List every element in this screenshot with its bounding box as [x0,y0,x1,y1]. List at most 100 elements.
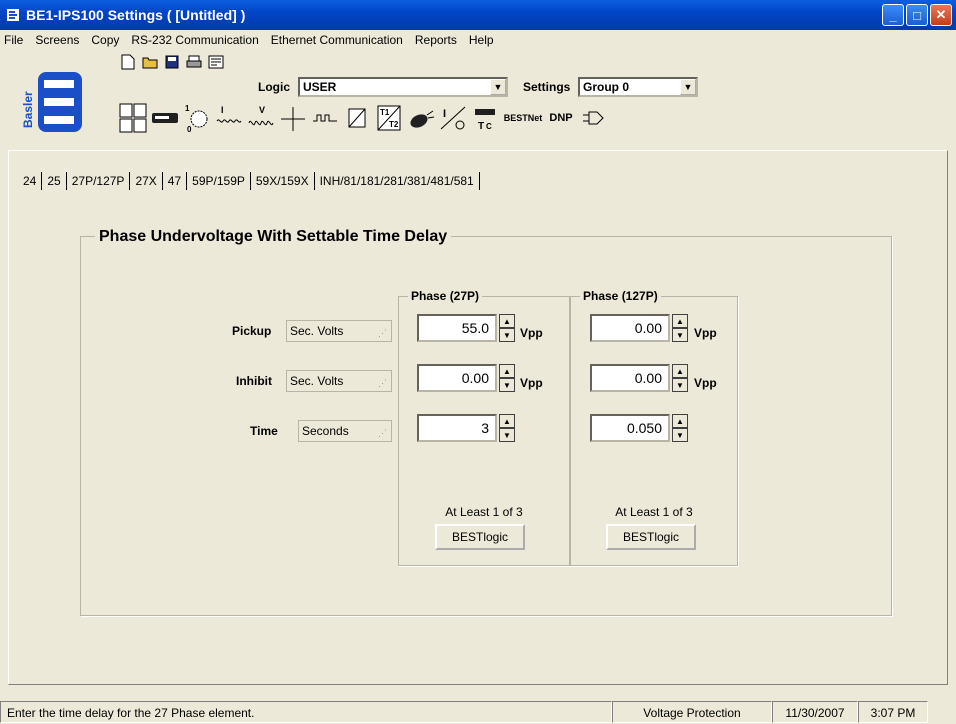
menu-help[interactable]: Help [469,33,494,47]
svg-text:T1: T1 [380,108,390,117]
title-bar: BE1-IPS100 Settings ( [Untitled] ) _ □ ✕ [0,0,956,30]
spin-down-icon[interactable]: ▼ [672,378,688,392]
spin-down-icon[interactable]: ▼ [499,378,515,392]
phase127-pickup-spinner[interactable]: ▲ ▼ [672,314,688,342]
menu-rs232[interactable]: RS-232 Communication [131,33,258,47]
new-file-icon[interactable] [118,52,138,72]
bestnet-button[interactable]: BESTNet [502,100,544,136]
breaker-icon[interactable]: 10 [182,100,212,136]
maximize-button[interactable]: □ [906,4,928,26]
phase27-title: Phase (27P) [408,289,483,303]
menu-copy[interactable]: Copy [91,33,119,47]
phase127-inhibit-spinner[interactable]: ▲ ▼ [672,364,688,392]
svg-text:T: T [478,121,484,132]
menu-bar: File Screens Copy RS-232 Communication E… [0,30,956,50]
tab-27x[interactable]: 27X [130,172,163,190]
properties-icon[interactable] [206,52,226,72]
spin-up-icon[interactable]: ▲ [672,414,688,428]
t1-t2-icon[interactable]: T1 T2 [374,100,404,136]
phase27-bestlogic-button[interactable]: BESTlogic [435,524,525,550]
logo-text: Basler [21,91,35,128]
svg-text:T2: T2 [389,120,399,129]
spin-down-icon[interactable]: ▼ [499,328,515,342]
inhibit-unit: Sec. Volts [290,374,344,388]
timer-icon[interactable] [342,100,372,136]
tab-59x-159x[interactable]: 59X/159X [250,172,315,190]
minimize-button[interactable]: _ [882,4,904,26]
spin-up-icon[interactable]: ▲ [672,364,688,378]
fault-recorder-icon[interactable] [406,100,436,136]
svg-text:V: V [259,105,265,115]
menu-reports[interactable]: Reports [415,33,457,47]
pickup-unit-box: Sec. Volts ⋰ [286,320,392,342]
dnp-button[interactable]: DNP [546,100,576,136]
time-unit-box: Seconds ⋰ [298,420,392,442]
phase27-inhibit-input[interactable]: 0.00 [417,364,497,392]
tab-59p-159p[interactable]: 59P/159P [187,172,251,190]
toolbar: Basler Logic USER ▼ Settings Group 0 ▼ 1… [8,50,948,142]
phase127-bestlogic-button[interactable]: BESTlogic [606,524,696,550]
plug-icon[interactable] [578,100,608,136]
svg-text:0: 0 [187,125,192,133]
menu-ethernet[interactable]: Ethernet Communication [271,33,403,47]
basler-logo: Basler [18,68,98,136]
svg-text:1: 1 [185,104,190,113]
svg-text:I: I [221,105,224,115]
svg-text:C: C [486,122,492,131]
close-button[interactable]: ✕ [930,4,952,26]
chevron-down-icon[interactable]: ▼ [490,79,506,95]
phase27-time-spinner[interactable]: ▲ ▼ [499,414,515,442]
inhibit-label: Inhibit [236,374,272,388]
spin-up-icon[interactable]: ▲ [499,364,515,378]
protection-icon[interactable] [278,100,308,136]
phase27-inhibit-spinner[interactable]: ▲ ▼ [499,364,515,392]
status-bar: Enter the time delay for the 27 Phase el… [0,700,956,724]
spin-up-icon[interactable]: ▲ [499,414,515,428]
tab-24[interactable]: 24 [18,172,43,190]
phase27-pickup-input[interactable]: 55.0 [417,314,497,342]
relay-module-icon[interactable] [150,100,180,136]
phase127-time-spinner[interactable]: ▲ ▼ [672,414,688,442]
logic-select[interactable]: USER ▼ [298,77,508,97]
waveform-icon[interactable] [310,100,340,136]
menu-file[interactable]: File [4,33,23,47]
phase27-pickup-spinner[interactable]: ▲ ▼ [499,314,515,342]
spin-up-icon[interactable]: ▲ [499,314,515,328]
svg-text:I: I [443,108,446,120]
phase127-pickup-input[interactable]: 0.00 [590,314,670,342]
tab-25[interactable]: 25 [42,172,67,190]
status-message: Enter the time delay for the 27 Phase el… [0,701,612,723]
chevron-down-icon[interactable]: ▼ [680,79,696,95]
save-icon[interactable] [162,52,182,72]
phase127-title: Phase (127P) [580,289,661,303]
app-icon [7,9,19,21]
settings-select[interactable]: Group 0 ▼ [578,77,698,97]
logic-value: USER [303,80,337,94]
voltage-transformer-icon[interactable]: V [246,100,276,136]
status-time: 3:07 PM [858,701,928,723]
io-grid-icon[interactable] [118,100,148,136]
tab-inh[interactable]: INH/81/181/281/381/481/581 [314,172,480,190]
spin-down-icon[interactable]: ▼ [672,428,688,442]
spin-up-icon[interactable]: ▲ [672,314,688,328]
menu-screens[interactable]: Screens [35,33,79,47]
tc-icon[interactable]: TC [470,100,500,136]
window-title: BE1-IPS100 Settings ( [Untitled] ) [26,7,246,23]
phase27-inhibit-unit: Vpp [520,376,543,390]
phase127-pickup-unit: Vpp [694,326,717,340]
io-logic-icon[interactable]: I [438,100,468,136]
spin-down-icon[interactable]: ▼ [672,328,688,342]
tab-47[interactable]: 47 [162,172,188,190]
tab-27p-127p[interactable]: 27P/127P [66,172,131,190]
phase127-inhibit-input[interactable]: 0.00 [590,364,670,392]
pickup-unit: Sec. Volts [290,324,344,338]
phase127-note: At Least 1 of 3 [615,505,693,519]
phase127-time-input[interactable]: 0.050 [590,414,670,442]
tab-strip: 24 25 27P/127P 27X 47 59P/159P 59X/159X … [18,172,480,190]
open-folder-icon[interactable] [140,52,160,72]
status-section: Voltage Protection [612,701,772,723]
phase27-time-input[interactable]: 3 [417,414,497,442]
current-transformer-icon[interactable]: I [214,100,244,136]
print-icon[interactable] [184,52,204,72]
spin-down-icon[interactable]: ▼ [499,428,515,442]
